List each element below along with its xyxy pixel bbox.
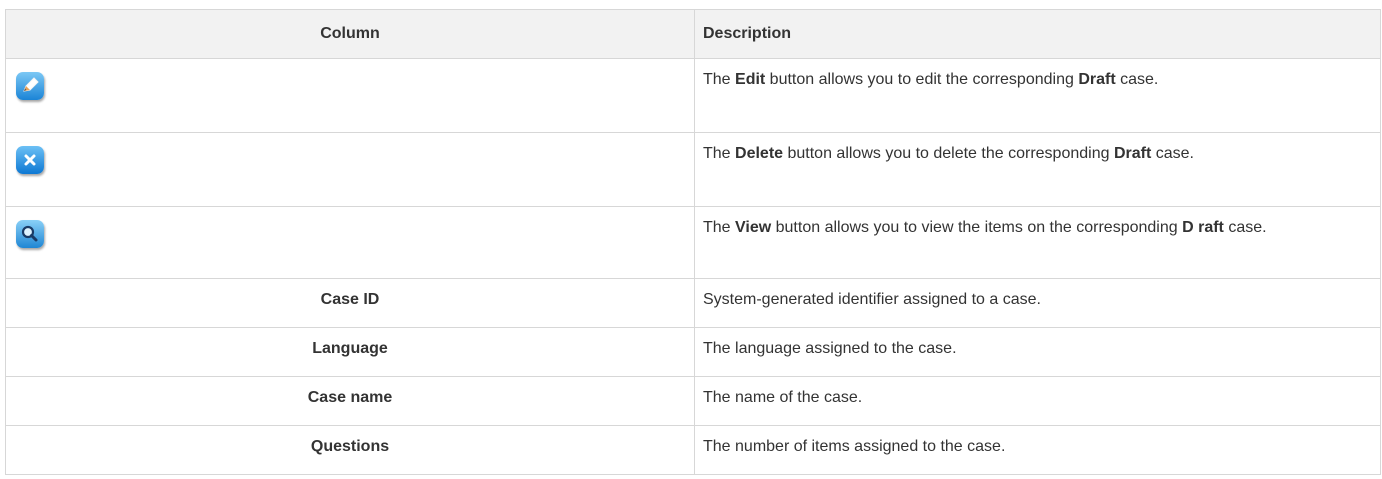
magnifier-view-icon[interactable] <box>16 220 44 248</box>
table-row: Questions The number of items assigned t… <box>5 425 1381 475</box>
column-name-cell: Language <box>5 327 695 377</box>
table-row: Language The language assigned to the ca… <box>5 327 1381 377</box>
description-cell: The language assigned to the case. <box>694 327 1381 377</box>
column-name-cell: Case ID <box>5 278 695 328</box>
icon-cell <box>5 206 695 279</box>
column-header: Column <box>5 9 695 59</box>
description-cell: The Delete button allows you to delete t… <box>694 132 1381 207</box>
column-name-cell: Case name <box>5 376 695 426</box>
table-row: The View button allows you to view the i… <box>5 206 1381 279</box>
delete-button-term: Delete <box>735 145 784 162</box>
pencil-edit-icon[interactable] <box>16 72 44 100</box>
description-cell: The name of the case. <box>694 376 1381 426</box>
description-cell: The View button allows you to view the i… <box>694 206 1381 279</box>
x-delete-icon[interactable] <box>16 146 44 174</box>
description-cell: The Edit button allows you to edit the c… <box>694 58 1381 133</box>
icon-cell <box>5 58 695 133</box>
draft-term: Draft <box>1078 71 1116 88</box>
draft-term: Draft <box>1113 145 1152 162</box>
table-row: The Edit button allows you to edit the c… <box>5 58 1381 133</box>
description-cell: The number of items assigned to the case… <box>694 425 1381 475</box>
columns-table: Column Description The Edit button allow… <box>5 9 1381 475</box>
description-header: Description <box>694 9 1381 59</box>
edit-button-term: Edit <box>735 71 766 88</box>
table-row: Case name The name of the case. <box>5 376 1381 426</box>
description-cell: System-generated identifier assigned to … <box>694 278 1381 328</box>
header-row: Column Description <box>5 9 1381 59</box>
table-row: The Delete button allows you to delete t… <box>5 132 1381 207</box>
column-name-cell: Questions <box>5 425 695 475</box>
table-row: Case ID System-generated identifier assi… <box>5 278 1381 328</box>
icon-cell <box>5 132 695 207</box>
draft-term: D raft <box>1182 219 1224 236</box>
view-button-term: View <box>735 219 772 236</box>
